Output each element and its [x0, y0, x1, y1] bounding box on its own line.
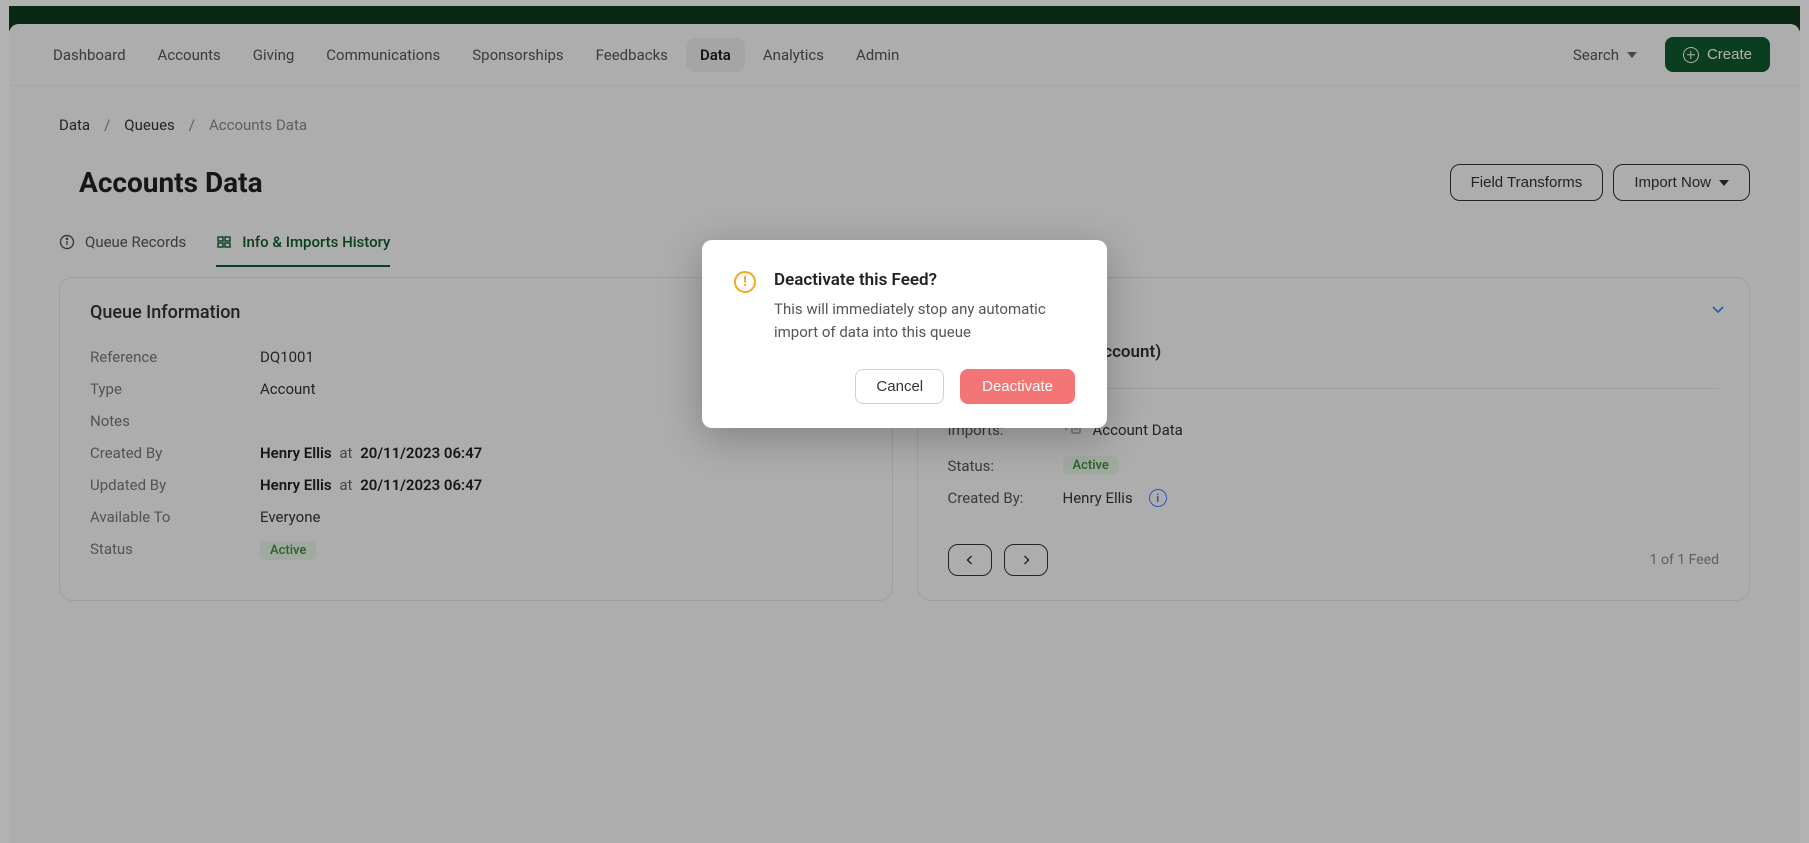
deactivate-modal: ! Deactivate this Feed? This will immedi… [702, 240, 1107, 428]
warning-icon: ! [734, 271, 756, 293]
app-viewport: { "nav": { "items": ["Dashboard", "Accou… [0, 0, 1809, 843]
modal-overlay[interactable]: ! Deactivate this Feed? This will immedi… [0, 0, 1809, 843]
cancel-button[interactable]: Cancel [855, 369, 944, 404]
modal-body: This will immediately stop any automatic… [774, 298, 1075, 343]
deactivate-button[interactable]: Deactivate [960, 369, 1075, 404]
modal-title: Deactivate this Feed? [774, 270, 1075, 290]
